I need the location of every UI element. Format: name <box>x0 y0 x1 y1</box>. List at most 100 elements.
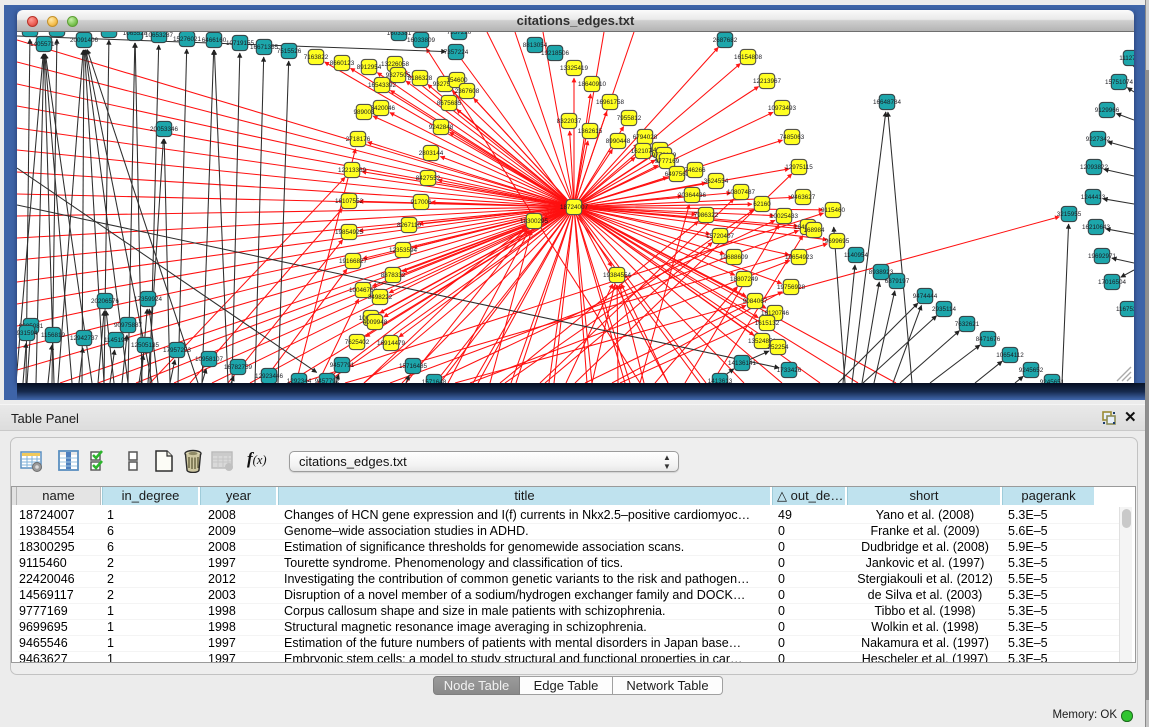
svg-text:16107552: 16107552 <box>335 198 364 205</box>
svg-text:20091406: 20091406 <box>70 37 99 44</box>
svg-text:12975115: 12975115 <box>785 164 813 171</box>
svg-text:10973493: 10973493 <box>768 105 797 112</box>
svg-text:16961758: 16961758 <box>596 99 625 106</box>
svg-text:18724007: 18724007 <box>560 204 589 211</box>
svg-text:15720407: 15720407 <box>706 233 735 240</box>
svg-text:9245651: 9245651 <box>1040 379 1065 383</box>
svg-text:20364436: 20364436 <box>678 192 707 199</box>
svg-text:9129966: 9129966 <box>1095 107 1120 114</box>
svg-text:20053346: 20053346 <box>150 126 179 133</box>
svg-text:8186328: 8186328 <box>408 75 433 82</box>
svg-text:7163822: 7163822 <box>304 54 329 61</box>
svg-text:1413613: 1413613 <box>708 378 733 383</box>
svg-text:18807249: 18807249 <box>730 276 759 283</box>
svg-text:12923446: 12923446 <box>255 373 284 380</box>
svg-text:1244413: 1244413 <box>1081 194 1106 201</box>
svg-text:9242848: 9242848 <box>429 124 454 131</box>
svg-text:13325419: 13325419 <box>560 65 589 72</box>
svg-text:17957253: 17957253 <box>163 347 192 354</box>
svg-text:8471676: 8471676 <box>976 336 1001 343</box>
svg-text:2367608: 2367608 <box>455 88 480 95</box>
svg-text:1615132: 1615132 <box>755 320 780 327</box>
svg-text:19166827: 19166827 <box>339 258 368 265</box>
svg-text:16154808: 16154808 <box>734 54 763 61</box>
svg-text:9699695: 9699695 <box>825 238 850 245</box>
svg-text:746266: 746266 <box>684 167 706 174</box>
svg-text:19654923: 19654923 <box>785 254 814 261</box>
svg-text:1362615: 1362615 <box>578 128 603 135</box>
svg-text:917006: 917006 <box>410 199 432 206</box>
svg-text:7986322: 7986322 <box>694 212 719 219</box>
svg-text:10807487: 10807487 <box>727 189 756 196</box>
svg-text:9457792: 9457792 <box>315 378 340 383</box>
svg-text:16033809: 16033809 <box>407 37 436 44</box>
svg-text:9227342: 9227342 <box>1086 136 1111 143</box>
svg-text:1145194: 1145194 <box>104 337 129 344</box>
svg-text:12505135: 12505135 <box>131 342 160 349</box>
svg-text:9245652: 9245652 <box>1019 367 1044 374</box>
svg-text:16782759: 16782759 <box>224 364 253 371</box>
svg-text:19756928: 19756928 <box>777 284 806 291</box>
svg-text:10654112: 10654112 <box>996 352 1024 359</box>
svg-text:8322037: 8322037 <box>557 118 582 125</box>
svg-text:6466160: 6466160 <box>202 37 227 44</box>
svg-text:12093822: 12093822 <box>1080 164 1109 171</box>
svg-text:1167533: 1167533 <box>1116 306 1134 313</box>
svg-text:2718176: 2718176 <box>346 136 371 143</box>
svg-text:989003: 989003 <box>353 109 375 116</box>
svg-text:19218506: 19218506 <box>541 50 570 57</box>
svg-text:7357224: 7357224 <box>444 49 469 56</box>
svg-text:2687682: 2687682 <box>713 37 738 44</box>
svg-text:6879197: 6879197 <box>885 278 910 285</box>
svg-text:90975887: 90975887 <box>114 322 143 329</box>
svg-text:14055714: 14055714 <box>30 41 59 48</box>
svg-text:9115460: 9115460 <box>821 207 846 214</box>
svg-text:16648784: 16648784 <box>873 99 902 106</box>
svg-text:9084067: 9084067 <box>743 298 768 305</box>
svg-text:19384554: 19384554 <box>603 272 632 279</box>
svg-text:8878332: 8878332 <box>381 272 406 279</box>
svg-text:20206576: 20206576 <box>91 298 120 305</box>
svg-text:10958107: 10958107 <box>195 356 224 363</box>
svg-text:3215955: 3215955 <box>1057 211 1082 218</box>
svg-text:8912954: 8912954 <box>357 64 382 71</box>
svg-text:12942737: 12942737 <box>70 335 99 342</box>
svg-text:16543392: 16543392 <box>368 82 397 89</box>
svg-text:1571648: 1571648 <box>422 379 447 383</box>
svg-text:7357220: 7357220 <box>447 32 472 36</box>
svg-text:7625402: 7625402 <box>345 339 370 346</box>
svg-text:12353594: 12353594 <box>389 247 418 254</box>
svg-text:19692971: 19692971 <box>1088 253 1117 260</box>
svg-text:3498222: 3498222 <box>368 294 393 301</box>
svg-text:15276021: 15276021 <box>173 36 202 43</box>
svg-text:16671355: 16671355 <box>250 44 279 51</box>
svg-text:8990448: 8990448 <box>606 138 631 145</box>
svg-text:18640910: 18640910 <box>578 81 607 88</box>
svg-text:10025433: 10025433 <box>770 213 799 220</box>
svg-text:7485063: 7485063 <box>780 134 805 141</box>
svg-text:16210643: 16210643 <box>1082 224 1111 231</box>
svg-text:1065530: 1065530 <box>97 32 122 34</box>
svg-text:2009140: 2009140 <box>45 32 70 33</box>
svg-text:9457791: 9457791 <box>330 362 355 369</box>
svg-text:9474444: 9474444 <box>913 293 938 300</box>
svg-text:19854925: 19854925 <box>335 229 364 236</box>
svg-text:8813054: 8813054 <box>523 42 548 49</box>
svg-text:8675685: 8675685 <box>437 100 462 107</box>
svg-text:4009948: 4009948 <box>363 319 388 326</box>
svg-text:62160: 62160 <box>753 201 771 208</box>
svg-text:12213967: 12213967 <box>753 78 782 85</box>
svg-text:168984: 168984 <box>803 227 825 234</box>
svg-text:10653287: 10653287 <box>145 32 174 39</box>
svg-text:17016504: 17016504 <box>1098 279 1127 286</box>
svg-text:18300295: 18300295 <box>520 218 549 225</box>
svg-text:10688609: 10688609 <box>720 254 749 261</box>
svg-text:7515526: 7515526 <box>277 48 302 55</box>
svg-text:14136141: 14136141 <box>728 360 757 367</box>
svg-text:1292344: 1292344 <box>287 378 312 383</box>
svg-text:12213369: 12213369 <box>338 167 367 174</box>
svg-text:3624554: 3624554 <box>704 178 729 185</box>
svg-text:7632621: 7632621 <box>955 321 980 328</box>
svg-text:6794028: 6794028 <box>633 134 658 141</box>
svg-text:931594: 931594 <box>17 330 38 337</box>
